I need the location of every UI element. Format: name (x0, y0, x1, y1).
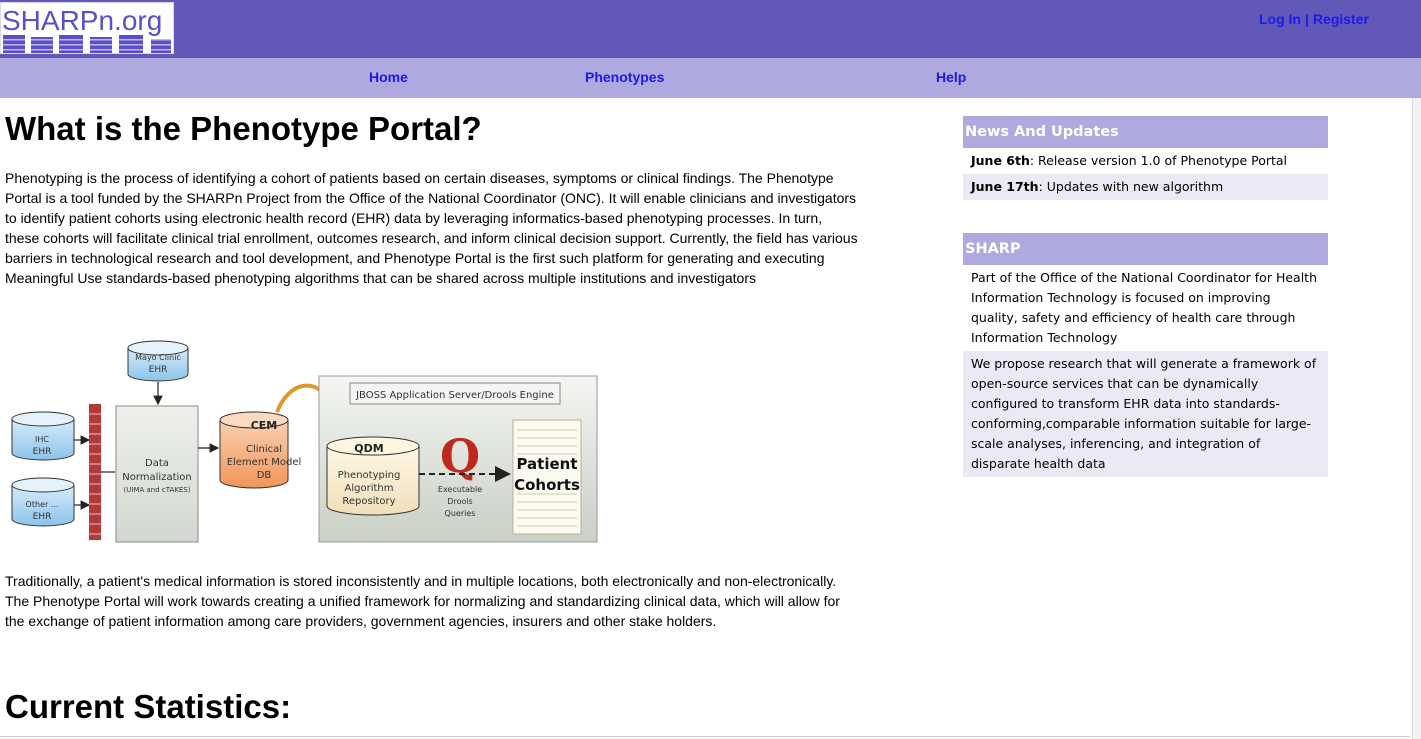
logo-text: SHARPn.org (2, 5, 162, 36)
nav-phenotypes[interactable]: Phenotypes (585, 69, 664, 85)
ihc-label-1: IHC (35, 435, 49, 444)
qdm-repository-database: QDM Phenotyping Algorithm Repository (326, 436, 420, 516)
cem-db-label-3: DB (257, 470, 272, 481)
firewall-graphic (89, 404, 101, 540)
norm-label-3: (UIMA and cTAKES) (124, 486, 191, 494)
other-ehr-database: Other ... EHR (11, 477, 75, 527)
qdm-repo-2: Algorithm (345, 483, 394, 494)
news-item-text: : Updates with new algorithm (1038, 179, 1224, 194)
sharp-item: Part of the Office of the National Coord… (963, 265, 1328, 351)
data-normalization-box: Data Normalization (UIMA and cTAKES) (115, 405, 199, 543)
sharpn-logo[interactable]: SHARPn.org (0, 2, 174, 54)
news-header: News And Updates (963, 116, 1328, 148)
other-label-1: Other ... (26, 500, 59, 509)
auth-links: Log In | Register (1259, 11, 1369, 27)
news-panel: News And Updates June 6th: Release versi… (963, 116, 1328, 200)
cohorts-label-2: Cohorts (514, 476, 580, 494)
cem-db-label-2: Element Model (227, 457, 302, 468)
news-item-date: June 17th (971, 179, 1039, 194)
ihc-ehr-database: IHC EHR (11, 411, 75, 461)
mayo-ehr-database: Mayo Clinic EHR (127, 340, 189, 382)
architecture-diagram: Mayo Clinic EHR IHC EHR Other ... EHR Da… (5, 324, 605, 554)
queries-label-2: Drools (447, 497, 472, 506)
mayo-label-2: EHR (149, 365, 168, 375)
intro-paragraph: Phenotyping is the process of identifyin… (5, 170, 858, 286)
top-header-bar: SHARPn.org Log In | Register (0, 0, 1421, 58)
norm-label-1: Data (145, 458, 169, 469)
sharp-item: We propose research that will generate a… (963, 351, 1328, 477)
cem-label: CEM (251, 419, 278, 432)
patient-cohorts-document: Patient Cohorts (512, 419, 582, 535)
statistics-title: Current Statistics: (5, 688, 292, 725)
other-label-2: EHR (33, 512, 52, 522)
news-item: June 6th: Release version 1.0 of Phenoty… (963, 148, 1328, 174)
register-link[interactable]: Register (1313, 11, 1369, 27)
ihc-label-2: EHR (33, 447, 52, 457)
login-link[interactable]: Log In (1259, 11, 1301, 27)
main-nav: Home Phenotypes Help (0, 58, 1421, 98)
page-title: What is the Phenotype Portal? (5, 110, 482, 147)
news-item: June 17th: Updates with new algorithm (963, 174, 1328, 200)
mayo-label-1: Mayo Clinic (135, 353, 181, 362)
news-item-date: June 6th (971, 153, 1030, 168)
qdm-label: QDM (354, 442, 383, 455)
cem-db-label-1: Clinical (246, 444, 282, 455)
jboss-label: JBOSS Application Server/Drools Engine (355, 390, 554, 401)
second-paragraph: Traditionally, a patient's medical infor… (5, 573, 840, 629)
auth-separator: | (1305, 11, 1309, 27)
queries-label-1: Executable (438, 485, 482, 494)
vertical-scrollbar[interactable] (1412, 98, 1421, 739)
qdm-repo-1: Phenotyping (338, 470, 401, 481)
news-item-text: : Release version 1.0 of Phenotype Porta… (1029, 153, 1288, 168)
queries-label-3: Queries (445, 509, 476, 518)
norm-label-2: Normalization (122, 472, 192, 483)
sharp-panel: SHARP Part of the Office of the National… (963, 233, 1328, 477)
qdm-repo-3: Repository (342, 496, 395, 507)
bottom-divider (0, 736, 1410, 737)
cem-database: CEM Clinical Element Model DB (219, 411, 302, 489)
cohorts-label-1: Patient (516, 455, 577, 473)
nav-help[interactable]: Help (936, 69, 966, 85)
nav-home[interactable]: Home (369, 69, 408, 85)
sharp-header: SHARP (963, 233, 1328, 265)
